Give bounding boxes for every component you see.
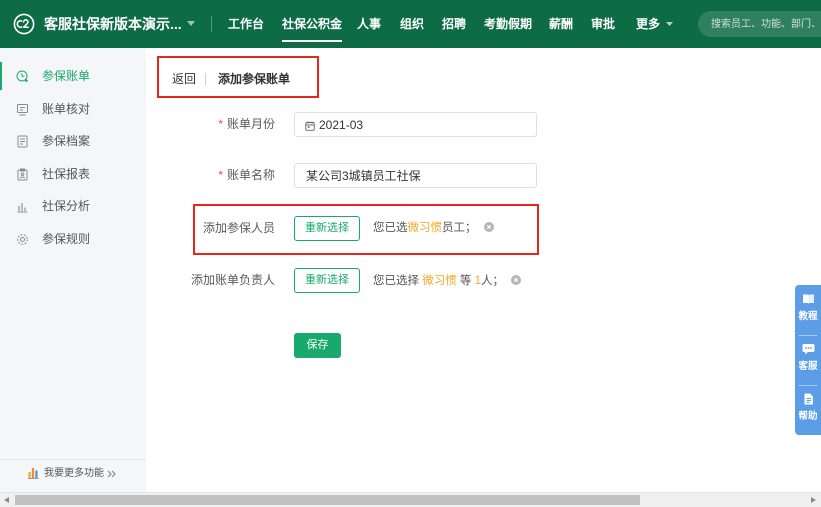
help-doc-icon: [804, 393, 813, 405]
annotation-box: [157, 56, 319, 98]
sidebar-item-label: 参保账单: [42, 69, 91, 83]
nav-attendance[interactable]: 考勤假期: [484, 14, 532, 34]
save-button[interactable]: 保存: [294, 333, 341, 358]
more-features-label: 我要更多功能: [44, 468, 104, 479]
help-item-help[interactable]: 帮助: [795, 385, 821, 435]
owner-selection-summary: 您已选择 微习惯 等 1人；: [373, 274, 522, 288]
nav-payroll[interactable]: 薪酬: [549, 14, 573, 34]
top-header: 客服社保新版本演示... 工作台 社保公积金 人事 组织 招聘 考勤假期 薪酬 …: [0, 0, 821, 48]
more-features-link[interactable]: 我要更多功能: [0, 465, 146, 483]
sidebar-item-label: 参保档案: [42, 134, 91, 148]
members-label: 添加参保人员: [202, 221, 275, 235]
owner-label: 添加账单负责人: [190, 273, 275, 287]
bill-month-label: * 账单月份: [170, 117, 275, 131]
bill-name-input[interactable]: [295, 164, 536, 187]
bill-add-icon: [16, 70, 28, 82]
help-item-label: 帮助: [798, 411, 818, 422]
bill-month-label-text: 账单月份: [226, 117, 275, 131]
bar-chart-icon: [17, 202, 28, 213]
gear-icon: [17, 233, 28, 245]
archive-icon: [17, 135, 28, 147]
report-icon: [17, 168, 28, 180]
help-item-support[interactable]: 客服: [795, 335, 821, 385]
bill-month-input[interactable]: [295, 113, 536, 136]
chevron-down-icon[interactable]: [187, 21, 195, 26]
nav-personnel[interactable]: 人事: [357, 14, 381, 34]
sidebar-item-bill-check[interactable]: 账单核对: [0, 93, 146, 125]
reselect-members-button[interactable]: 重新选择: [294, 216, 360, 241]
sidebar-item-analysis[interactable]: 社保分析: [0, 190, 146, 222]
global-search-input[interactable]: [698, 11, 821, 37]
members-selected-name: 微习惯: [407, 222, 443, 234]
bar-chart-icon: [28, 468, 39, 479]
required-mark: *: [218, 168, 223, 182]
members-prefix: 您已选: [373, 222, 408, 234]
horizontal-scrollbar[interactable]: [0, 492, 821, 507]
chat-icon: [802, 344, 814, 355]
members-selection-summary: 您已选微习惯员工；: [373, 221, 494, 235]
scroll-left-arrow-icon[interactable]: [4, 497, 9, 503]
double-chevron-right-icon: [107, 470, 116, 478]
clear-circle-icon[interactable]: [483, 222, 494, 232]
help-item-label: 客服: [798, 361, 818, 372]
sidebar-item-label: 账单核对: [42, 102, 91, 116]
members-suffix: 员工；: [442, 222, 477, 234]
owner-selected-name: 微习惯: [422, 275, 457, 287]
bill-month-picker[interactable]: [294, 112, 537, 137]
bill-name-field[interactable]: [294, 163, 537, 188]
owner-middle: 等: [459, 275, 472, 287]
sidebar-item-label: 社保分析: [42, 199, 91, 213]
sidebar-item-report[interactable]: 社保报表: [0, 158, 146, 190]
nav-organization[interactable]: 组织: [400, 14, 424, 34]
sidebar-item-label: 参保规则: [42, 232, 91, 246]
sidebar-item-billing[interactable]: 参保账单: [0, 60, 146, 92]
bill-name-label: * 账单名称: [170, 168, 275, 182]
bill-name-label-text: 账单名称: [226, 168, 275, 182]
help-item-tutorial[interactable]: 教程: [795, 285, 821, 335]
nav-recruitment[interactable]: 招聘: [442, 14, 466, 34]
scrollbar-thumb[interactable]: [15, 495, 640, 505]
tutorial-icon: [802, 294, 814, 304]
scroll-right-arrow-icon[interactable]: [811, 497, 816, 503]
nav-workbench[interactable]: 工作台: [228, 14, 264, 34]
nav-social-security[interactable]: 社保公积金: [282, 14, 343, 42]
owner-suffix: 人；: [481, 275, 505, 287]
clear-circle-icon[interactable]: [511, 275, 522, 285]
sidebar-item-archive[interactable]: 参保档案: [0, 125, 146, 157]
reselect-owner-button[interactable]: 重新选择: [294, 268, 360, 293]
sidebar-item-rules[interactable]: 参保规则: [0, 223, 146, 255]
company-switcher[interactable]: 客服社保新版本演示...: [44, 14, 182, 34]
header-divider: [211, 16, 212, 32]
owner-prefix: 您已选择: [373, 275, 419, 287]
required-mark: *: [218, 117, 223, 131]
help-item-label: 教程: [798, 311, 818, 322]
nav-more[interactable]: 更多: [636, 14, 660, 34]
company-logo-icon[interactable]: [13, 13, 35, 35]
sidebar-divider: [0, 459, 146, 460]
sidebar: 参保账单 账单核对 参保档案 社保报表 社保分析 参保规则: [0, 48, 146, 492]
sidebar-item-label: 社保报表: [42, 167, 91, 181]
help-panel: 教程 客服 帮助: [795, 285, 821, 435]
chevron-down-icon[interactable]: [666, 22, 673, 26]
nav-approval[interactable]: 审批: [591, 14, 615, 34]
check-bill-icon: [17, 103, 28, 115]
